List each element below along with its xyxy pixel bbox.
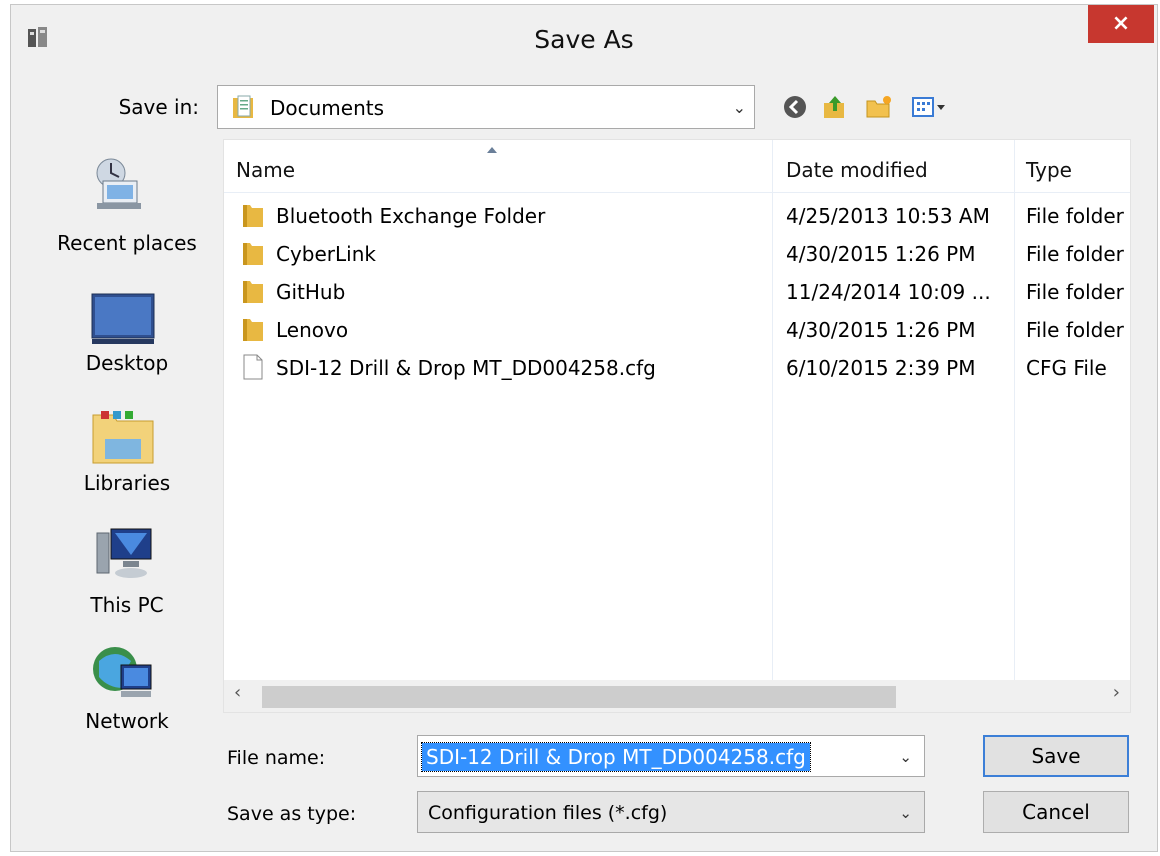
place-libraries[interactable]: Libraries bbox=[37, 409, 217, 509]
file-name: CyberLink bbox=[276, 242, 376, 266]
place-desktop[interactable]: Desktop bbox=[37, 289, 217, 389]
place-network[interactable]: Network bbox=[37, 643, 217, 743]
column-header-date-modified[interactable]: Date modified bbox=[786, 158, 928, 182]
up-folder-icon[interactable] bbox=[821, 93, 849, 121]
file-date: 4/30/2015 1:26 PM bbox=[786, 242, 976, 266]
header-divider bbox=[224, 192, 1130, 193]
place-this-pc[interactable]: This PC bbox=[37, 525, 217, 625]
file-name: Bluetooth Exchange Folder bbox=[276, 204, 546, 228]
folder-icon bbox=[243, 281, 263, 303]
file-name: Lenovo bbox=[276, 318, 349, 342]
place-label: Desktop bbox=[85, 351, 169, 375]
save-as-type-label: Save as type: bbox=[227, 803, 357, 825]
places-bar: Recent places Desktop Libraries This PC … bbox=[37, 143, 217, 747]
title-bar[interactable]: Save As × bbox=[11, 5, 1157, 79]
file-date: 4/30/2015 1:26 PM bbox=[786, 318, 976, 342]
file-type: File folder bbox=[1026, 242, 1124, 266]
column-header-name[interactable]: Name bbox=[236, 158, 295, 182]
file-row[interactable]: SDI-12 Drill & Drop MT_DD004258.cfg 6/10… bbox=[224, 348, 1130, 386]
save-as-dialog: Save As × Save in: Documents ⌄ Recent pl… bbox=[10, 4, 1158, 852]
horizontal-scrollbar[interactable]: ‹ › bbox=[224, 680, 1130, 712]
cancel-button[interactable]: Cancel bbox=[983, 791, 1129, 833]
file-date: 11/24/2014 10:09 ... bbox=[786, 280, 991, 304]
file-date: 6/10/2015 2:39 PM bbox=[786, 356, 976, 380]
file-row[interactable]: Bluetooth Exchange Folder 4/25/2013 10:5… bbox=[224, 196, 1130, 234]
place-recent-places[interactable]: Recent places bbox=[37, 157, 217, 265]
file-type: File folder bbox=[1026, 318, 1124, 342]
file-row[interactable]: CyberLink 4/30/2015 1:26 PM File folder bbox=[224, 234, 1130, 272]
place-label: Recent places bbox=[57, 231, 197, 255]
place-label: Libraries bbox=[83, 471, 171, 495]
save-button[interactable]: Save bbox=[983, 735, 1129, 777]
back-icon[interactable] bbox=[781, 93, 809, 121]
chevron-down-icon[interactable]: ⌄ bbox=[899, 748, 912, 766]
file-row[interactable]: GitHub 11/24/2014 10:09 ... File folder bbox=[224, 272, 1130, 310]
folder-icon bbox=[243, 243, 263, 265]
file-date: 4/25/2013 10:53 AM bbox=[786, 204, 990, 228]
document-icon bbox=[243, 354, 263, 380]
chevron-down-icon[interactable]: ⌄ bbox=[733, 98, 746, 118]
folder-icon bbox=[243, 205, 263, 227]
file-type: CFG File bbox=[1026, 356, 1107, 380]
libraries-icon bbox=[92, 411, 154, 464]
view-menu-icon[interactable] bbox=[911, 93, 949, 121]
scroll-right-icon[interactable]: › bbox=[1113, 682, 1120, 703]
desktop-icon bbox=[91, 293, 155, 344]
recent-places-icon bbox=[96, 158, 141, 209]
network-icon bbox=[93, 647, 152, 697]
save-in-value: Documents bbox=[270, 96, 385, 120]
file-name: SDI-12 Drill & Drop MT_DD004258.cfg bbox=[276, 356, 656, 380]
place-label: Network bbox=[85, 709, 169, 733]
file-list[interactable]: Name Date modified Type Bluetooth Exchan… bbox=[223, 139, 1131, 713]
file-name-label: File name: bbox=[227, 747, 326, 769]
sort-ascending-icon bbox=[487, 147, 497, 153]
save-as-type-value: Configuration files (*.cfg) bbox=[428, 802, 668, 824]
this-pc-icon bbox=[96, 528, 152, 578]
place-label: This PC bbox=[90, 593, 164, 617]
file-name-value[interactable]: SDI-12 Drill & Drop MT_DD004258.cfg bbox=[421, 742, 811, 772]
file-type: File folder bbox=[1026, 204, 1124, 228]
file-type: File folder bbox=[1026, 280, 1124, 304]
chevron-down-icon[interactable]: ⌄ bbox=[899, 804, 912, 822]
dialog-title: Save As bbox=[534, 25, 634, 54]
save-as-type-dropdown[interactable]: Configuration files (*.cfg) ⌄ bbox=[417, 791, 925, 833]
new-folder-icon[interactable] bbox=[865, 93, 893, 121]
scroll-left-icon[interactable]: ‹ bbox=[234, 682, 241, 703]
column-header-type[interactable]: Type bbox=[1026, 158, 1072, 182]
file-row[interactable]: Lenovo 4/30/2015 1:26 PM File folder bbox=[224, 310, 1130, 348]
close-button[interactable]: × bbox=[1088, 5, 1154, 43]
documents-folder-icon bbox=[233, 95, 253, 118]
save-in-dropdown[interactable]: Documents ⌄ bbox=[217, 85, 755, 129]
file-name: GitHub bbox=[276, 280, 346, 304]
save-in-label: Save in: bbox=[118, 95, 199, 119]
scrollbar-thumb[interactable] bbox=[262, 686, 896, 708]
file-name-input[interactable]: SDI-12 Drill & Drop MT_DD004258.cfg ⌄ bbox=[417, 735, 925, 777]
folder-icon bbox=[243, 319, 263, 341]
